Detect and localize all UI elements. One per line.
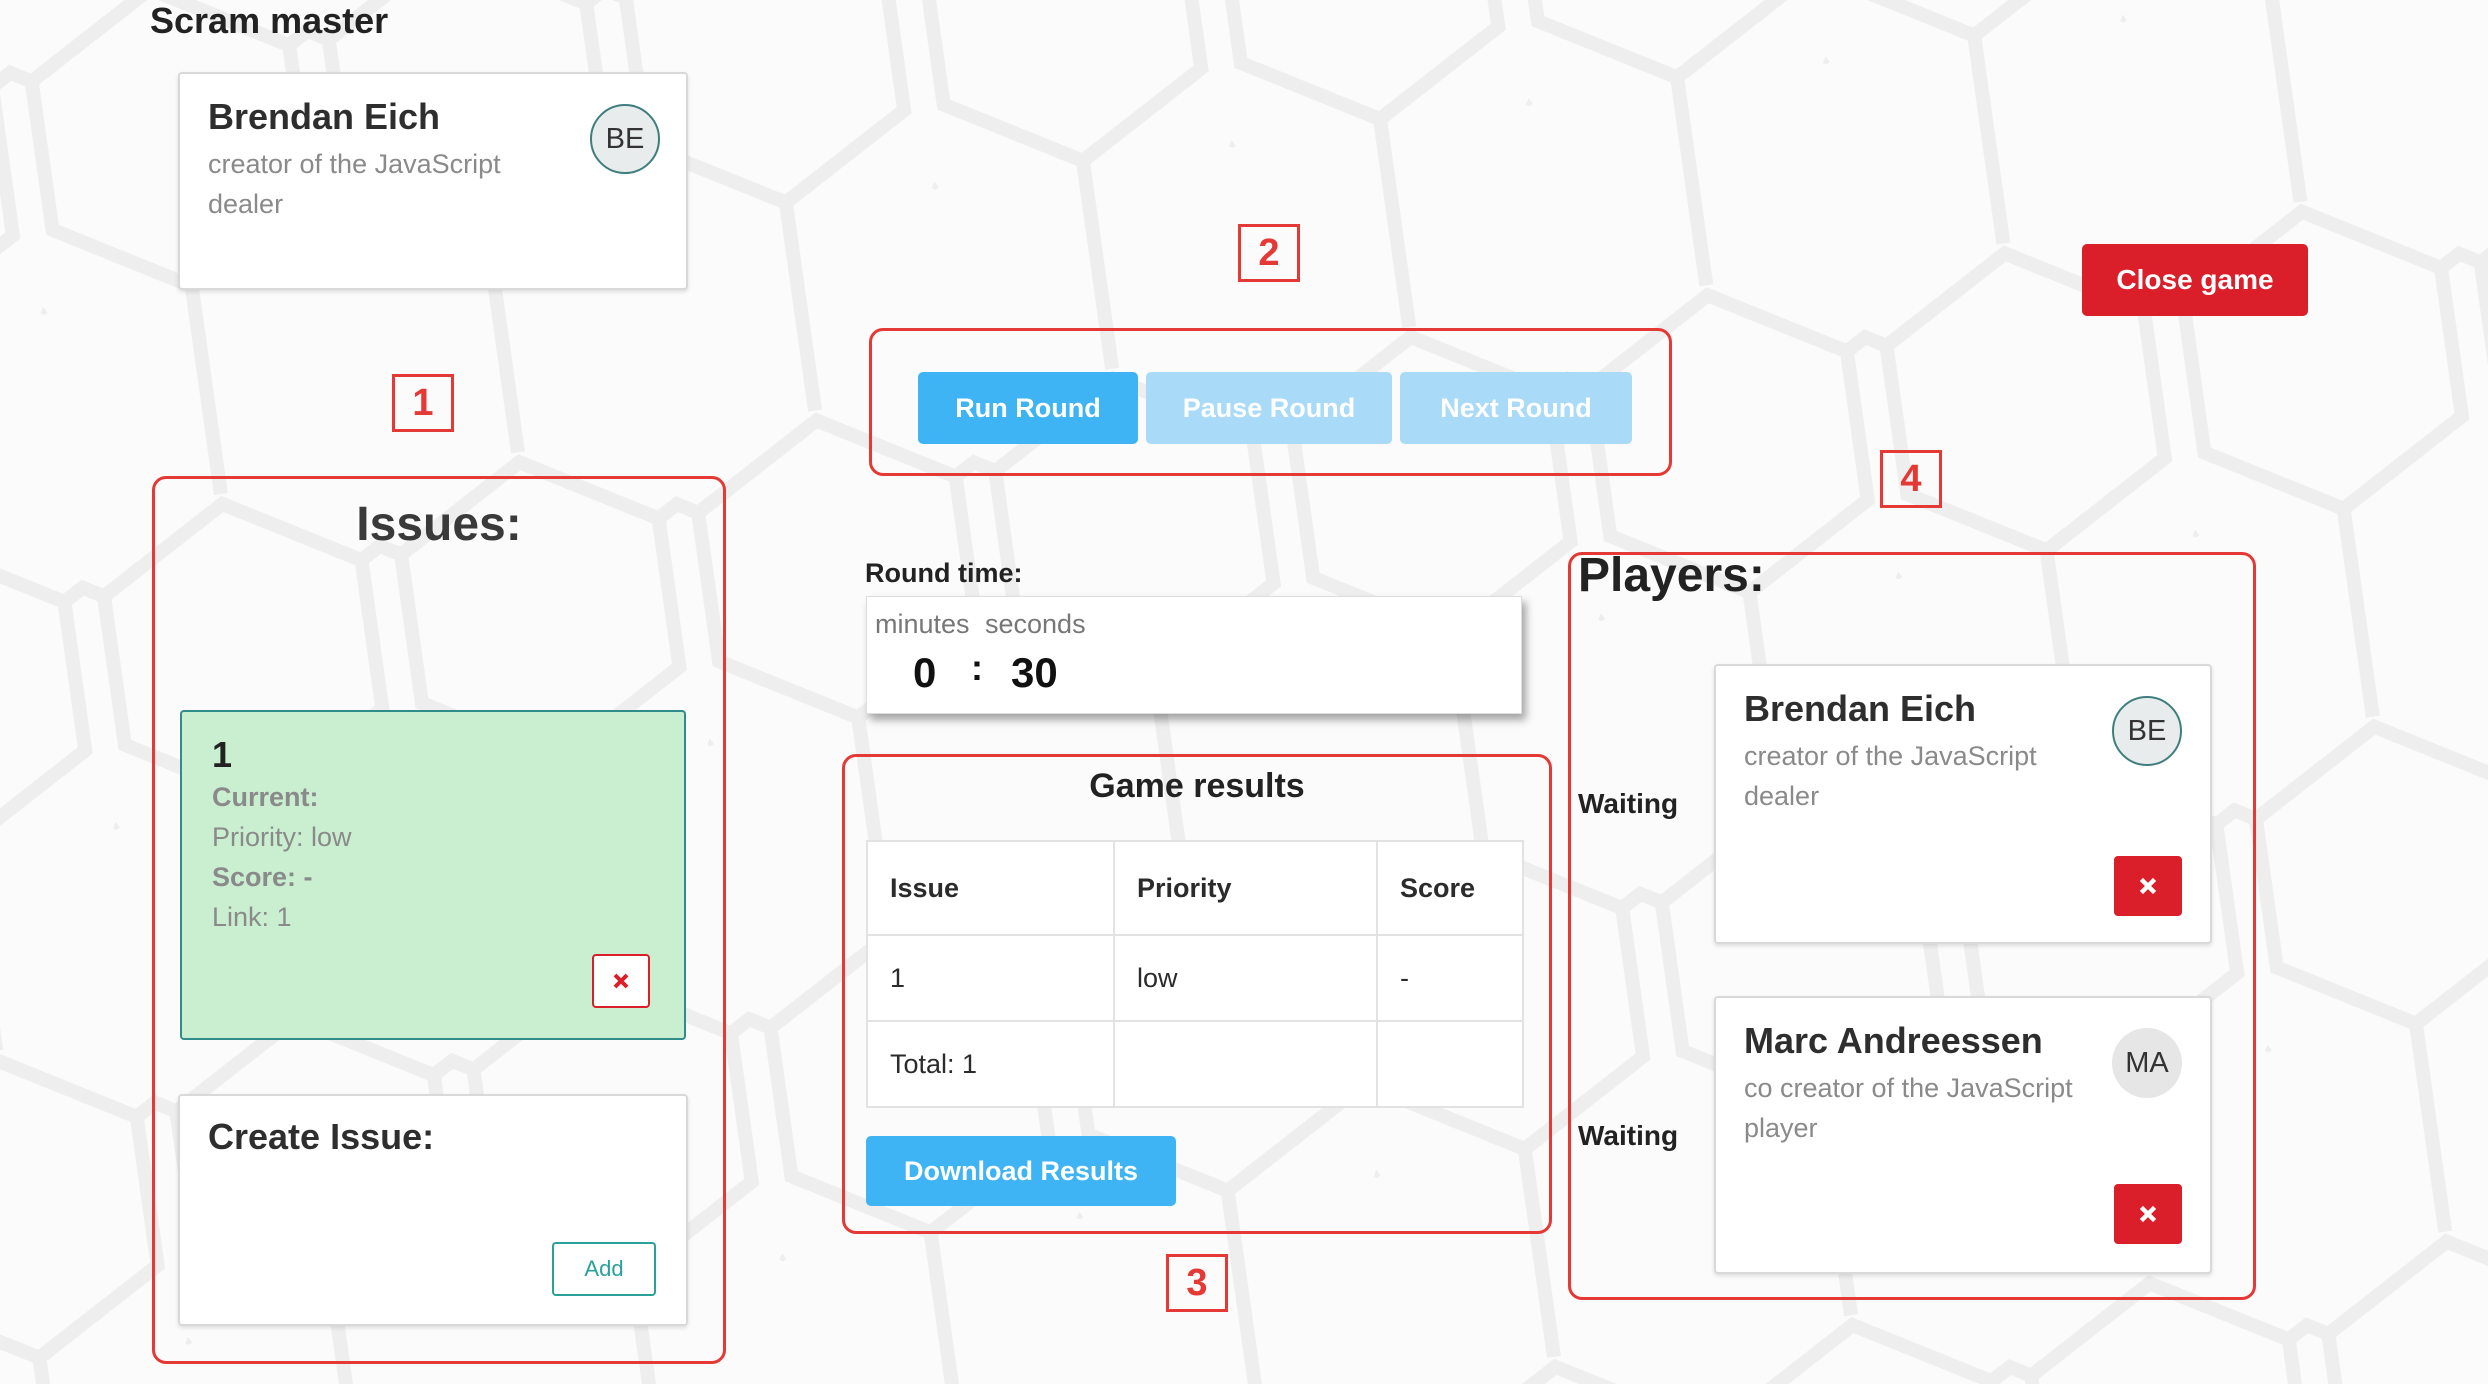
next-round-button[interactable]: Next Round bbox=[1400, 372, 1632, 444]
avatar: BE bbox=[2112, 696, 2182, 766]
kick-player-button[interactable] bbox=[2114, 1184, 2182, 1244]
player-status: Waiting bbox=[1578, 788, 1679, 819]
round-timer: minutes seconds 0 : 30 bbox=[866, 596, 1522, 714]
column-header-score: Score bbox=[1376, 840, 1524, 936]
issue-card[interactable]: 1 Current: Priority: low Score: - Link: … bbox=[180, 710, 686, 1040]
game-results-title: Game results bbox=[1089, 767, 1305, 805]
annotation-marker-1: 1 bbox=[392, 374, 454, 432]
column-header-priority: Priority bbox=[1113, 840, 1378, 936]
add-issue-button[interactable]: Add bbox=[552, 1242, 656, 1296]
seconds-label: seconds bbox=[985, 609, 1086, 639]
dealer-card: Brendan Eich creator of the JavaScript d… bbox=[178, 72, 688, 290]
minutes-value[interactable]: 0 bbox=[913, 649, 936, 697]
delete-issue-button[interactable] bbox=[592, 954, 650, 1008]
page-title: Scram master bbox=[150, 0, 389, 41]
close-game-button[interactable]: Close game bbox=[2082, 244, 2308, 316]
download-results-button[interactable]: Download Results bbox=[866, 1136, 1176, 1206]
issue-link: Link: 1 bbox=[212, 902, 292, 932]
player-card: Marc Andreessen co creator of the JavaSc… bbox=[1714, 996, 2212, 1274]
cell-empty bbox=[1376, 1020, 1524, 1108]
annotation-marker-3: 3 bbox=[1166, 1254, 1228, 1312]
kick-player-button[interactable] bbox=[2114, 856, 2182, 916]
player-name: Brendan Eich bbox=[1744, 688, 1977, 729]
dealer-role: creator of the JavaScript dealer bbox=[208, 149, 501, 219]
issue-id: 1 bbox=[212, 734, 233, 775]
results-table: Issue Priority Score 1 low - Total: 1 bbox=[866, 840, 1524, 1108]
player-name: Marc Andreessen bbox=[1744, 1020, 2043, 1061]
seconds-value[interactable]: 30 bbox=[1011, 649, 1058, 697]
close-icon bbox=[2139, 877, 2157, 895]
issue-score: Score: - bbox=[212, 862, 313, 892]
minutes-label: minutes bbox=[875, 609, 970, 639]
create-issue-card: Create Issue: Add bbox=[178, 1094, 688, 1326]
cell-score: - bbox=[1376, 934, 1524, 1022]
create-issue-title: Create Issue: bbox=[208, 1116, 435, 1157]
round-time-label: Round time: bbox=[865, 558, 1023, 588]
table-total-row: Total: 1 bbox=[866, 1020, 1524, 1108]
timer-separator: : bbox=[971, 647, 983, 688]
players-title: Players: bbox=[1578, 549, 1765, 602]
player-role: creator of the JavaScript dealer bbox=[1744, 741, 2037, 811]
issues-title: Issues: bbox=[356, 498, 522, 551]
close-icon bbox=[2139, 1205, 2157, 1223]
dealer-name: Brendan Eich bbox=[208, 96, 441, 137]
issue-current: Current: bbox=[212, 782, 319, 812]
column-header-issue: Issue bbox=[866, 840, 1115, 936]
cell-issue: 1 bbox=[866, 934, 1115, 1022]
table-row: 1 low - bbox=[866, 934, 1524, 1022]
player-status: Waiting bbox=[1578, 1120, 1679, 1151]
avatar: BE bbox=[590, 104, 660, 174]
cell-priority: low bbox=[1113, 934, 1378, 1022]
issue-priority: Priority: low bbox=[212, 822, 352, 852]
annotation-marker-4: 4 bbox=[1880, 450, 1942, 508]
cell-total: Total: 1 bbox=[866, 1020, 1115, 1108]
player-role: co creator of the JavaScript player bbox=[1744, 1073, 2073, 1143]
annotation-marker-2: 2 bbox=[1238, 224, 1300, 282]
avatar: MA bbox=[2112, 1028, 2182, 1098]
table-header-row: Issue Priority Score bbox=[866, 840, 1524, 936]
run-round-button[interactable]: Run Round bbox=[918, 372, 1138, 444]
close-icon bbox=[613, 973, 629, 989]
cell-empty bbox=[1113, 1020, 1378, 1108]
player-card: Brendan Eich creator of the JavaScript d… bbox=[1714, 664, 2212, 944]
pause-round-button[interactable]: Pause Round bbox=[1146, 372, 1392, 444]
